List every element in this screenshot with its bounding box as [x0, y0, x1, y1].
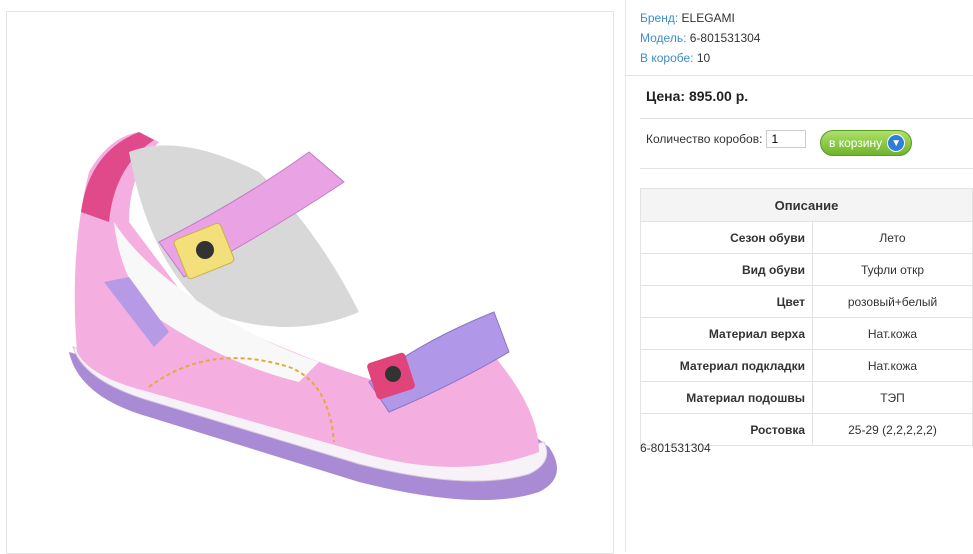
brand-value: ELEGAMI	[681, 11, 735, 25]
quantity-label: Количество коробов:	[646, 132, 763, 146]
spec-value: 25-29 (2,2,2,2,2)	[812, 413, 973, 446]
spec-value: ТЭП	[812, 381, 973, 414]
table-row: Материал верха Нат.кожа	[640, 317, 973, 350]
model-value: 6-801531304	[689, 31, 761, 45]
spec-key: Материал верха	[640, 317, 813, 350]
spec-key: Материал подкладки	[640, 349, 813, 382]
spec-key: Сезон обуви	[640, 221, 813, 254]
divider	[640, 118, 973, 119]
table-row: Вид обуви Туфли откр	[640, 253, 973, 286]
column-divider	[625, 0, 626, 552]
divider	[640, 168, 973, 169]
table-row: Цвет розовый+белый	[640, 285, 973, 318]
spec-value: Туфли откр	[812, 253, 973, 286]
cart-icon: ▼	[887, 134, 906, 152]
brand-row: Бренд: ELEGAMI	[640, 8, 760, 28]
spec-value: Лето	[812, 221, 973, 254]
cart-button-label: в корзину	[829, 136, 883, 150]
article-number: 6-801531304	[640, 441, 711, 455]
spec-key: Цвет	[640, 285, 813, 318]
product-image-panel[interactable]	[6, 11, 614, 554]
spec-key: Материал подошвы	[640, 381, 813, 414]
price: Цена: 895.00 р.	[646, 88, 749, 104]
spec-value: Нат.кожа	[812, 317, 973, 350]
box-label[interactable]: В коробе:	[640, 51, 694, 65]
description-table: Описание Сезон обуви Лето Вид обуви Туфл…	[640, 188, 973, 446]
brand-label[interactable]: Бренд:	[640, 11, 678, 25]
table-row: Сезон обуви Лето	[640, 221, 973, 254]
spec-key: Вид обуви	[640, 253, 813, 286]
box-row: В коробе: 10	[640, 48, 760, 68]
table-row: Материал подкладки Нат.кожа	[640, 349, 973, 382]
divider	[626, 75, 973, 76]
table-row: Материал подошвы ТЭП	[640, 381, 973, 414]
spec-value: розовый+белый	[812, 285, 973, 318]
product-image	[69, 132, 557, 500]
quantity-row: Количество коробов:	[646, 128, 807, 150]
model-row: Модель: 6-801531304	[640, 28, 760, 48]
spec-value: Нат.кожа	[812, 349, 973, 382]
description-header: Описание	[640, 188, 973, 222]
add-to-cart-button[interactable]: в корзину ▼	[820, 130, 912, 156]
model-label[interactable]: Модель:	[640, 31, 686, 45]
box-value: 10	[696, 51, 711, 65]
quantity-input[interactable]	[766, 130, 807, 148]
product-info: Бренд: ELEGAMI Модель: 6-801531304 В кор…	[640, 8, 760, 68]
